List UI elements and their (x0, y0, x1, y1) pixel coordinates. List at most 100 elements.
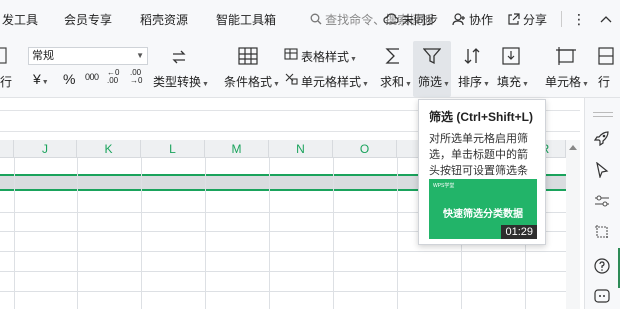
menu-item-docer[interactable]: 稻壳资源 (140, 11, 188, 28)
fill-label: 填充 (497, 75, 522, 89)
grid-col-line (14, 158, 15, 309)
sync-status-button[interactable]: 未同步 (383, 11, 438, 28)
more-icon[interactable]: ⋮ (572, 11, 586, 28)
sum-label: 求和 (380, 75, 405, 89)
chevron-down-icon: ▼ (202, 81, 209, 88)
chevron-down-icon: ▼ (362, 81, 369, 88)
column-header-k[interactable]: K (77, 140, 141, 158)
ribbon-toolbar: 行 常规 ▼ ¥▼ % 000 ←0 .00 .00 →0 类型转换▼ 条件格式… (0, 38, 620, 98)
sync-label: 未同步 (401, 12, 438, 27)
column-header-blank[interactable] (0, 140, 14, 158)
grid-col-line (77, 158, 78, 309)
grid-col-line (141, 158, 142, 309)
panel-divider (593, 112, 613, 113)
chevron-down-icon: ▼ (483, 81, 490, 88)
cond-format-icon (238, 47, 258, 65)
currency-button[interactable]: ¥▼ (33, 71, 49, 87)
increase-decimal-button[interactable]: ←0 .00 (107, 69, 123, 85)
vertical-scrollbar[interactable] (566, 140, 580, 309)
share-label: 分享 (522, 12, 547, 27)
video-duration: 01:29 (501, 225, 537, 239)
adjust-icon[interactable] (594, 194, 610, 208)
search-icon (310, 13, 322, 25)
grid-row-line (0, 291, 580, 292)
video-logo: WPS学堂 (433, 183, 455, 189)
left-cut-label[interactable]: 行 (0, 73, 12, 90)
chevron-down-icon: ▼ (41, 79, 49, 86)
sort-button[interactable]: 排序▼ (458, 73, 490, 90)
number-format-select[interactable]: 常规 ▼ (28, 47, 148, 65)
cond-format-button[interactable]: 条件格式▼ (224, 73, 280, 90)
column-header-m[interactable]: M (205, 140, 269, 158)
grid-col-line (205, 158, 206, 309)
row-col-icon (598, 47, 614, 65)
sort-icon (464, 48, 480, 64)
fill-icon (502, 47, 520, 65)
menu-divider (561, 11, 562, 27)
chevron-down-icon: ▼ (350, 56, 357, 63)
collab-icon (452, 12, 465, 25)
filter-button[interactable]: 筛选▼ (418, 73, 450, 90)
video-title: 快速筛选分类数据 (443, 209, 523, 220)
cell-label: 单元格 (545, 75, 582, 89)
table-style-button[interactable]: 表格样式▼ (301, 48, 357, 65)
column-header-o[interactable]: O (333, 140, 397, 158)
assistant-icon[interactable] (594, 288, 610, 304)
decrease-decimal-button[interactable]: .00 →0 (130, 69, 146, 85)
cursor-icon[interactable] (595, 162, 609, 178)
cell-style-icon (285, 73, 298, 85)
chevron-down-icon: ▼ (522, 81, 529, 88)
thousand-separator-button[interactable]: 000 (85, 72, 99, 82)
grid-row-line (0, 251, 580, 252)
tooltip-title: 筛选 (Ctrl+Shift+L) (429, 110, 533, 124)
percent-button[interactable]: % (63, 71, 75, 87)
sum-icon (385, 48, 399, 64)
menu-bar: 发工具 会员专享 稻壳资源 智能工具箱 查找命令、搜索模板 未同步 协作 分享 … (0, 0, 620, 38)
chevron-down-icon: ▼ (582, 81, 589, 88)
type-convert-button[interactable]: 类型转换▼ (153, 73, 209, 90)
cell-icon (556, 47, 576, 65)
panel-divider (593, 116, 613, 117)
help-icon[interactable] (594, 258, 610, 274)
filter-label: 筛选 (418, 75, 443, 89)
chevron-down-icon: ▼ (405, 81, 412, 88)
type-convert-label: 类型转换 (153, 75, 202, 89)
menu-item-dev-tools[interactable]: 发工具 (2, 11, 38, 28)
share-button[interactable]: 分享 (507, 11, 547, 28)
grid-col-line (333, 158, 334, 309)
type-convert-icon (172, 50, 186, 64)
grid-row-line (0, 271, 580, 272)
row-col-button[interactable]: 行 (598, 73, 610, 90)
grid-col-line (397, 158, 398, 309)
column-header-l[interactable]: L (141, 140, 205, 158)
column-header-j[interactable]: J (14, 140, 77, 158)
sum-button[interactable]: 求和▼ (380, 73, 412, 90)
scroll-up-icon[interactable] (569, 144, 577, 150)
share-icon (508, 12, 520, 25)
currency-symbol: ¥ (33, 71, 41, 87)
collapse-ribbon-icon[interactable] (600, 15, 612, 23)
table-style-label: 表格样式 (301, 50, 350, 64)
right-side-panel (584, 98, 620, 309)
chevron-down-icon: ▼ (443, 81, 450, 88)
collab-button[interactable]: 协作 (452, 11, 493, 28)
cond-format-label: 条件格式 (224, 75, 273, 89)
grid-col-line (269, 158, 270, 309)
chevron-down-icon: ▼ (273, 81, 280, 88)
chevron-down-icon: ▼ (136, 51, 144, 60)
cell-style-button[interactable]: 单元格样式▼ (301, 73, 369, 90)
number-format-value: 常规 (32, 50, 54, 62)
collab-label: 协作 (468, 12, 493, 27)
menu-item-smart-toolbox[interactable]: 智能工具箱 (216, 11, 276, 28)
tutorial-video-thumbnail[interactable]: WPS学堂 快速筛选分类数据 01:29 (429, 179, 537, 239)
column-header-n[interactable]: N (269, 140, 333, 158)
table-style-icon (284, 48, 298, 60)
cell-button[interactable]: 单元格▼ (545, 73, 589, 90)
sort-label: 排序 (458, 75, 483, 89)
menu-item-member[interactable]: 会员专享 (64, 11, 112, 28)
fill-button[interactable]: 填充▼ (497, 73, 529, 90)
cell-style-label: 单元格样式 (301, 75, 362, 89)
crop-icon[interactable] (594, 224, 610, 240)
rocket-icon[interactable] (594, 130, 610, 146)
left-cut-icon (0, 47, 7, 64)
